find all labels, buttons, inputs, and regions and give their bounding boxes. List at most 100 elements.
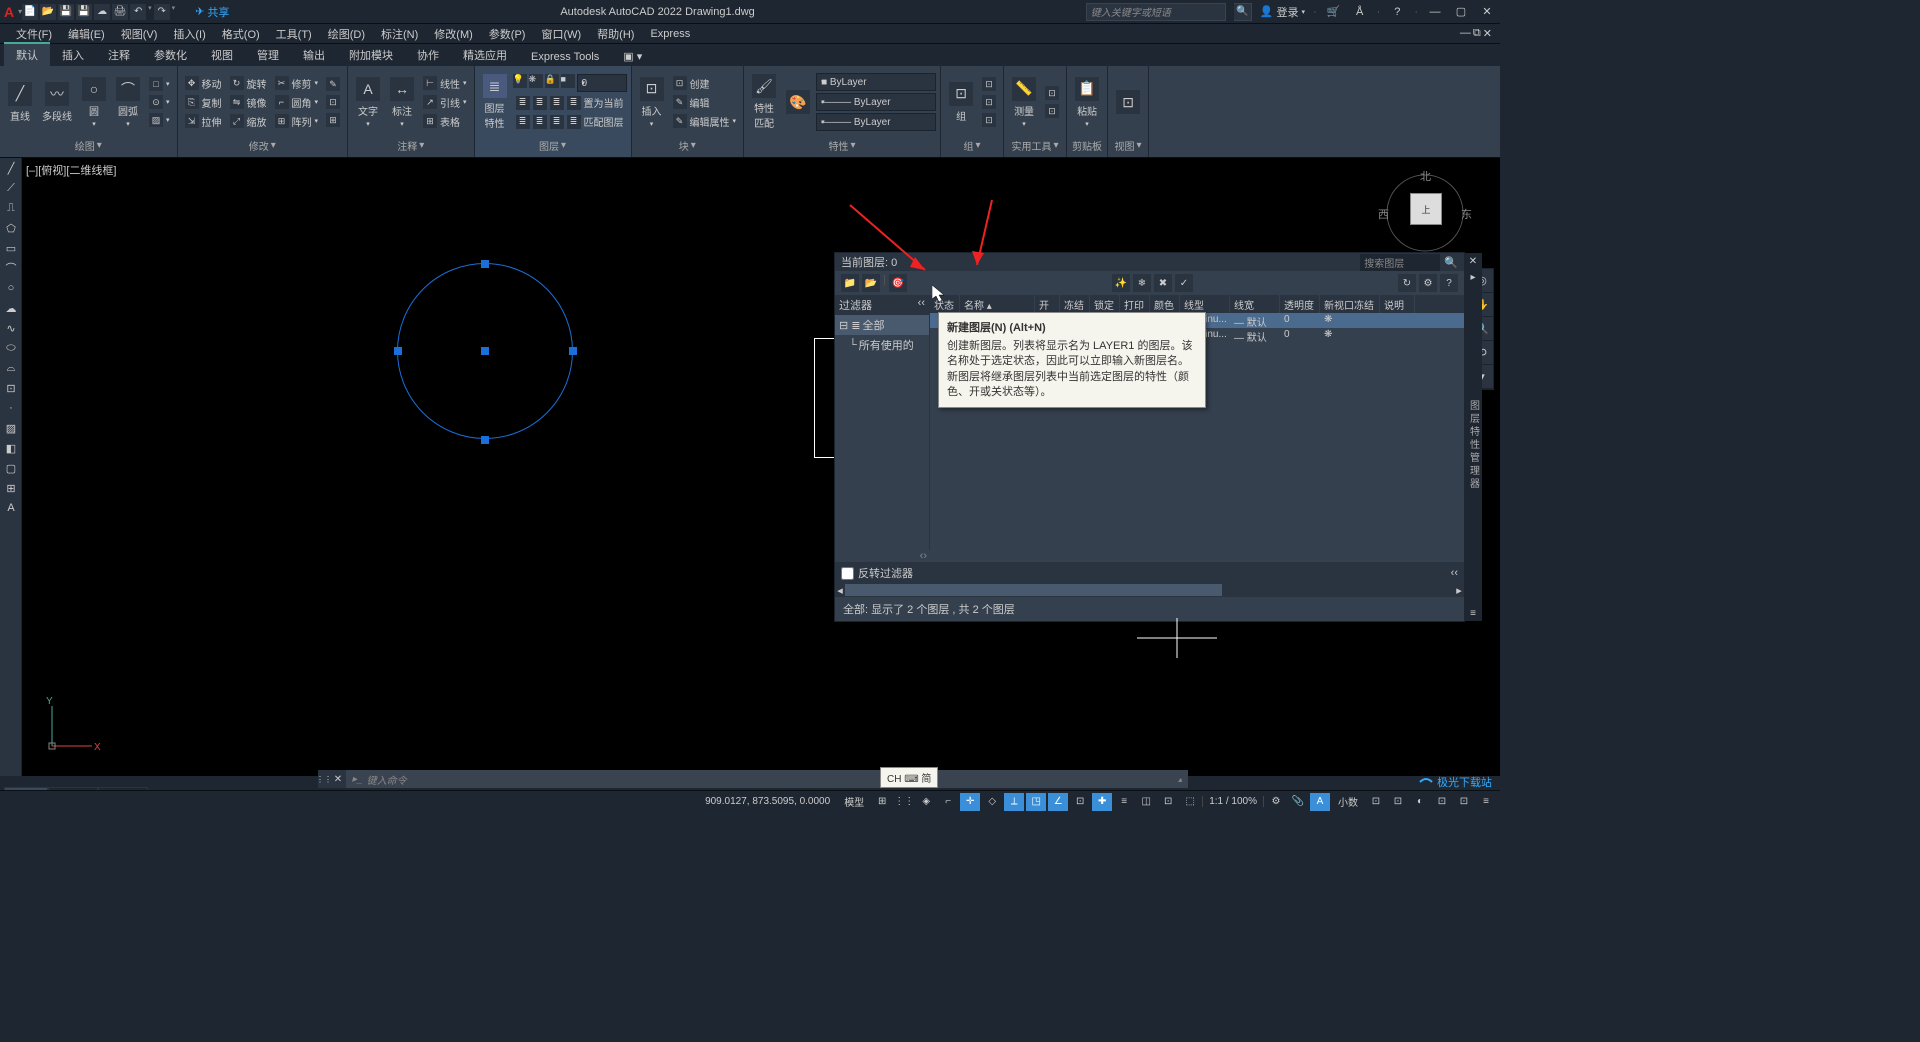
copy-button[interactable]: ⎘复制 [182, 94, 225, 111]
arc-button[interactable]: ⌒圆弧▾ [112, 75, 144, 130]
commandline-grip[interactable]: ⋮⋮ [318, 770, 330, 788]
ribbon-tab-insert[interactable]: 插入 [50, 42, 96, 66]
menu-express[interactable]: Express [642, 28, 698, 40]
base-button[interactable]: ⊡ [1112, 88, 1144, 116]
ribbon-tab-collaborate[interactable]: 协作 [405, 42, 451, 66]
layer-search-icon[interactable]: 🔍 [1444, 256, 1458, 269]
col-color[interactable]: 颜色 [1150, 295, 1180, 313]
sel-icon[interactable]: ⬚ [1180, 793, 1200, 811]
share-button[interactable]: ✈ 共享 [195, 4, 229, 20]
cart-icon[interactable]: 🛒 [1325, 3, 1343, 21]
viewcube-top-face[interactable]: 上 [1410, 193, 1442, 225]
search-icon[interactable]: 🔍 [1234, 3, 1252, 21]
polyline-button[interactable]: 〰多段线 [38, 80, 76, 125]
paste-button[interactable]: 📋粘贴▾ [1071, 75, 1103, 130]
col-name[interactable]: 名称 ▴ [960, 295, 1035, 313]
menu-view[interactable]: 视图(V) [113, 26, 166, 42]
auto-scale-icon[interactable]: A [1310, 793, 1330, 811]
search-input[interactable]: 键入关键字或短语 [1086, 3, 1226, 21]
layer-settings-icon[interactable]: ⚙ [1419, 274, 1437, 292]
doc-minimize-button[interactable]: — [1460, 27, 1471, 40]
menu-insert[interactable]: 插入(I) [165, 26, 213, 42]
tool-spline[interactable]: ∿ [0, 318, 22, 338]
rotate-button[interactable]: ↻旋转 [227, 75, 270, 92]
scale-display[interactable]: 1:1 / 100% [1202, 796, 1264, 807]
menu-dimension[interactable]: 标注(N) [373, 26, 426, 42]
menu-file[interactable]: 文件(F) [8, 26, 60, 42]
help-icon[interactable]: ? [1388, 3, 1406, 21]
tool-block[interactable]: ⊡ [0, 378, 22, 398]
menu-modify[interactable]: 修改(M) [426, 26, 481, 42]
autodesk-icon[interactable]: Å [1351, 3, 1369, 21]
ribbon-tab-express[interactable]: Express Tools [519, 46, 611, 66]
layer-dropdown[interactable]: 0▾ [577, 74, 627, 92]
login-button[interactable]: 👤 登录 ▾ [1260, 4, 1305, 20]
viewcube[interactable]: 上 北 西 东 [1380, 168, 1470, 258]
layer-props-button[interactable]: ≣图层 特性 [479, 72, 511, 132]
layer-toggle-icon[interactable]: 💡 [513, 74, 527, 88]
command-line[interactable]: ⋮⋮ ✕ ▸_ 键入命令 ▴ [318, 770, 1188, 788]
anno-vis-icon[interactable]: 📎 [1288, 793, 1308, 811]
col-lock[interactable]: 锁定 [1090, 295, 1120, 313]
minimize-button[interactable]: — [1426, 3, 1444, 21]
scale-button[interactable]: ⤢缩放 [227, 113, 270, 130]
model-button[interactable]: 模型 [838, 794, 870, 809]
menu-draw[interactable]: 绘图(D) [320, 26, 373, 42]
monitor-icon[interactable]: ⊡ [1388, 793, 1408, 811]
col-desc[interactable]: 说明 [1380, 295, 1415, 313]
modify-misc-3[interactable]: ⊞ [323, 112, 343, 128]
ribbon-tab-manage[interactable]: 管理 [245, 42, 291, 66]
colors-button[interactable]: 🎨 [782, 88, 814, 116]
stretch-button[interactable]: ⇲拉伸 [182, 113, 225, 130]
tool-hatch[interactable]: ▨ [0, 418, 22, 438]
grip-top[interactable] [481, 260, 489, 268]
reverse-filter-checkbox[interactable] [841, 567, 854, 580]
otrack-icon[interactable]: ∠ [1048, 793, 1068, 811]
menu-format[interactable]: 格式(O) [214, 26, 268, 42]
block-insert-button[interactable]: ⊡插入▾ [636, 75, 668, 130]
menu-edit[interactable]: 编辑(E) [60, 26, 113, 42]
text-button[interactable]: A文字▾ [352, 75, 384, 130]
ribbon-tab-more[interactable]: ▣ ▾ [611, 45, 654, 66]
qat-undo-icon[interactable]: ↶ [130, 4, 146, 20]
qat-redo-icon[interactable]: ↷ [154, 4, 170, 20]
qat-save-icon[interactable]: 💾 [58, 4, 74, 20]
color-dropdown[interactable]: ■ ByLayer▾ [816, 73, 936, 91]
delete-layer-button[interactable]: ✖ [1154, 274, 1172, 292]
col-lineweight[interactable]: 线宽 [1230, 295, 1280, 313]
ribbon-tab-parametric[interactable]: 参数化 [142, 42, 199, 66]
viewport-label[interactable]: [–][俯视][二维线框] [26, 162, 116, 178]
draw-misc-2[interactable]: ⊙▾ [146, 94, 173, 110]
grip-left[interactable] [394, 347, 402, 355]
layer-icons-row-2[interactable]: ≣≣≣≣置为当前 [513, 94, 627, 111]
line-button[interactable]: ╱直线 [4, 80, 36, 125]
menu-parametric[interactable]: 参数(P) [481, 26, 534, 42]
col-transparency[interactable]: 透明度 [1280, 295, 1320, 313]
layer-help-icon[interactable]: ? [1440, 274, 1458, 292]
qp-icon[interactable]: ⊡ [1158, 793, 1178, 811]
modify-misc-1[interactable]: ✎ [323, 76, 343, 92]
mirror-button[interactable]: ⇋镜像 [227, 94, 270, 111]
grip-right[interactable] [569, 347, 577, 355]
ribbon-tab-home[interactable]: 默认 [4, 42, 50, 66]
col-plot[interactable]: 打印 [1120, 295, 1150, 313]
move-button[interactable]: ✥移动 [182, 75, 225, 92]
col-freeze[interactable]: 冻结 [1060, 295, 1090, 313]
qat-saveas-icon[interactable]: 💾 [76, 4, 92, 20]
array-button[interactable]: ⊞阵列▾ [272, 113, 322, 130]
qat-new-icon[interactable]: 📄 [22, 4, 38, 20]
doc-restore-button[interactable]: ⧉ [1473, 27, 1481, 40]
maximize-button[interactable]: ▢ [1452, 3, 1470, 21]
units-display[interactable]: 小数 [1332, 794, 1364, 809]
ribbon-tab-view[interactable]: 视图 [199, 42, 245, 66]
tool-ellipsearc[interactable]: ⌓ [0, 358, 22, 378]
doc-close-button[interactable]: ✕ [1483, 27, 1492, 40]
grid-icon[interactable]: ⊞ [872, 793, 892, 811]
snap-icon[interactable]: ⋮⋮ [894, 793, 914, 811]
hardware-icon[interactable]: ⊡ [1432, 793, 1452, 811]
linetype-dropdown[interactable]: ——— ByLayer▾ [816, 113, 936, 131]
panel-close-icon[interactable]: ✕ [1464, 253, 1482, 269]
leader-button[interactable]: ↗引线▾ [420, 94, 470, 111]
panel-menu-icon[interactable]: ≡ [1464, 605, 1482, 621]
ribbon-tab-annotate[interactable]: 注释 [96, 42, 142, 66]
